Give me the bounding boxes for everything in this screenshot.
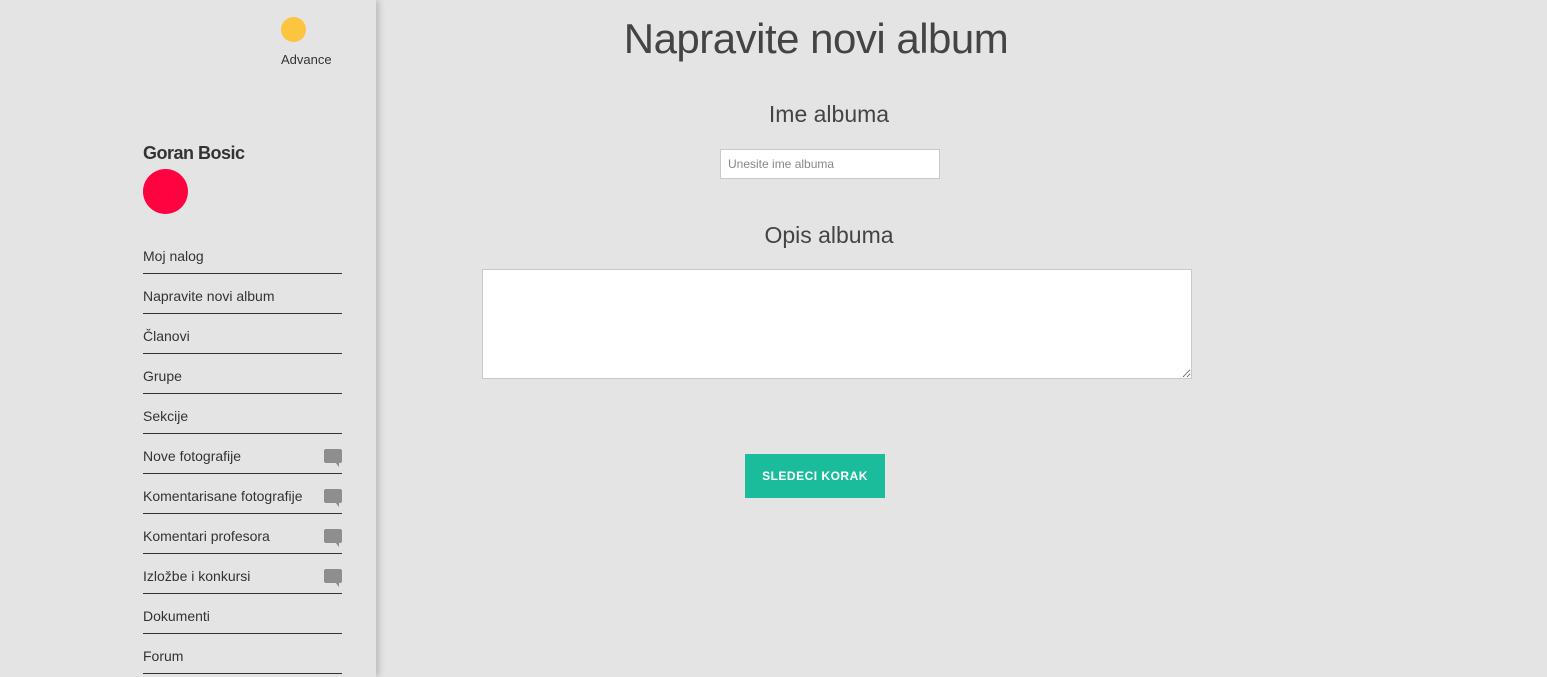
sidebar-item-label: Sekcije xyxy=(143,407,189,424)
sidebar-item-dokumenti[interactable]: Dokumenti xyxy=(143,594,342,634)
sidebar-item-label: Članovi xyxy=(143,327,190,344)
sidebar-item-moj-nalog[interactable]: Moj nalog xyxy=(143,234,342,274)
sidebar-item-izlozbe-konkursi[interactable]: Izložbe i konkursi xyxy=(143,554,342,594)
brand-label: Advance xyxy=(281,52,332,67)
sidebar-item-sekcije[interactable]: Sekcije xyxy=(143,394,342,434)
sidebar-item-label: Komentarisane fotografije xyxy=(143,487,303,504)
sidebar-item-label: Moj nalog xyxy=(143,247,204,264)
avatar[interactable] xyxy=(143,169,188,214)
sidebar-item-label: Komentari profesora xyxy=(143,527,270,544)
chat-icon xyxy=(324,488,342,507)
chat-icon xyxy=(324,528,342,547)
main-content: Napravite novi album Ime albuma Opis alb… xyxy=(376,0,1547,677)
next-step-button[interactable]: SLEDECI KORAK xyxy=(745,454,885,498)
sidebar: Advance Goran Bosic Moj nalog Napravite … xyxy=(0,0,376,677)
sidebar-item-forum[interactable]: Forum xyxy=(143,634,342,674)
album-description-label: Opis albuma xyxy=(764,222,894,248)
album-description-textarea[interactable] xyxy=(482,269,1192,379)
sidebar-item-label: Forum xyxy=(143,647,184,664)
album-name-label: Ime albuma xyxy=(768,101,890,127)
chat-icon xyxy=(324,568,342,587)
page-title: Napravite novi album xyxy=(623,15,1009,62)
sidebar-item-grupe[interactable]: Grupe xyxy=(143,354,342,394)
sidebar-item-novi-album[interactable]: Napravite novi album xyxy=(143,274,342,314)
brand-dot-icon xyxy=(281,17,306,42)
sidebar-item-label: Napravite novi album xyxy=(143,287,275,304)
sidebar-item-label: Dokumenti xyxy=(143,607,210,624)
chat-icon xyxy=(324,448,342,467)
album-name-input[interactable] xyxy=(720,149,940,179)
sidebar-item-label: Izložbe i konkursi xyxy=(143,567,251,584)
user-name: Goran Bosic xyxy=(143,143,245,163)
sidebar-item-nove-fotografije[interactable]: Nove fotografije xyxy=(143,434,342,474)
sidebar-item-komentari-profesora[interactable]: Komentari profesora xyxy=(143,514,342,554)
sidebar-item-label: Grupe xyxy=(143,367,182,384)
sidebar-menu: Moj nalog Napravite novi album Članovi G… xyxy=(143,234,342,674)
sidebar-item-label: Nove fotografije xyxy=(143,447,242,464)
sidebar-item-komentarisane-fotografije[interactable]: Komentarisane fotografije xyxy=(143,474,342,514)
brand-logo[interactable]: Advance xyxy=(281,17,332,67)
sidebar-item-clanovi[interactable]: Članovi xyxy=(143,314,342,354)
